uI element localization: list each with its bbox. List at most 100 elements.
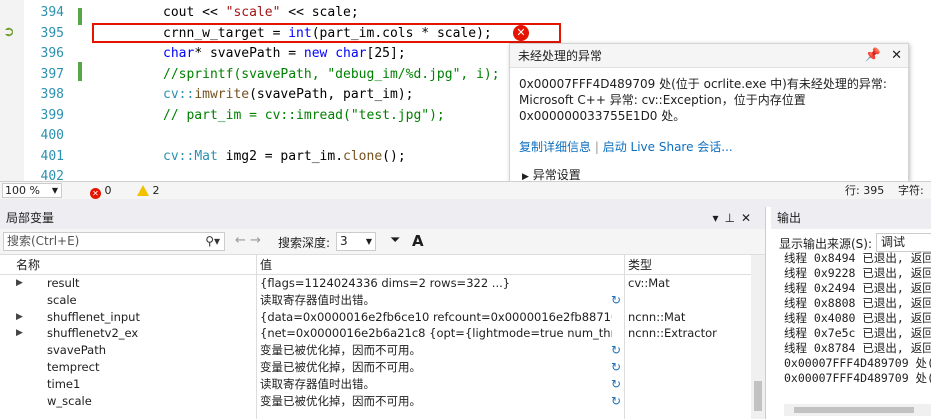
locals-title: 局部变量 (6, 211, 55, 225)
warning-icon (137, 185, 149, 196)
column-header-name[interactable]: 名称 (16, 255, 40, 275)
refresh-icon[interactable]: ↻ (611, 342, 621, 359)
change-marker (78, 8, 82, 25)
locals-row[interactable]: ✕w_scale变量已被优化掉，因而不可用。↻ (0, 393, 765, 410)
copy-details-link[interactable]: 复制详细信息 (519, 140, 591, 154)
output-source-select[interactable]: 调试 (876, 233, 931, 252)
variable-value[interactable]: 读取寄存器值时出错。 (260, 292, 612, 309)
close-icon[interactable]: ✕ (741, 211, 757, 225)
code-line[interactable]: cv::Mat img2 = part_im.clone(); (163, 149, 406, 164)
forward-arrow-icon[interactable]: → (250, 233, 261, 248)
search-icon[interactable]: ⚲▾ (205, 233, 220, 250)
code-line[interactable]: cout << "scale" << scale; (163, 5, 359, 20)
code-token: new (303, 46, 328, 61)
exception-message-line: 0x00007FFF4D489709 处(位于 ocrlite.exe 中)有未… (519, 77, 887, 91)
code-line[interactable]: //sprintf(svavePath, "debug_im/%d.jpg", … (163, 67, 500, 82)
code-token: << scale; (280, 5, 359, 20)
column-divider[interactable] (624, 255, 625, 419)
variable-name: shufflenetv2_ex (47, 326, 139, 341)
live-share-link[interactable]: 启动 Live Share 会话... (603, 140, 733, 154)
code-token: char (163, 46, 195, 61)
line-number: 397 (40, 66, 64, 82)
locals-row[interactable]: ✕temprect变量已被优化掉，因而不可用。↻ (0, 359, 765, 376)
output-source-label: 显示输出来源(S): (779, 237, 873, 251)
exception-message-line: 0x000000033755E1D0 处。 (519, 109, 686, 123)
locals-row[interactable]: ▶ shufflenetv2_ex {net=0x0000016e2b6a21c8 … (0, 325, 765, 342)
code-token: [25]; (366, 46, 406, 61)
error-count[interactable]: ✕ 0 (90, 182, 112, 199)
scroll-thumb[interactable] (794, 407, 914, 413)
scroll-thumb[interactable] (754, 381, 762, 411)
code-line[interactable]: cv::imwrite(svavePath, part_im); (163, 87, 413, 102)
filter-icon[interactable]: ⏷ (390, 233, 400, 248)
column-divider[interactable] (256, 255, 257, 419)
font-size-icon[interactable]: A (412, 232, 424, 250)
line-number: 400 (40, 128, 64, 143)
variable-value[interactable]: {data=0x0000016e2fb6ce10 refcount=0x0000… (260, 309, 612, 326)
horizontal-scrollbar[interactable] (784, 404, 931, 416)
locals-row[interactable]: ▶ shufflenet_input {data=0x0000016e2fb6ce1… (0, 309, 765, 326)
zoom-select[interactable]: 100 % ▼ (2, 183, 62, 198)
dropdown-icon[interactable]: ▾ (712, 211, 724, 225)
variable-value[interactable]: 变量已被优化掉，因而不可用。 (260, 342, 612, 359)
locals-row[interactable]: ✕time1读取寄存器值时出错。↻ (0, 376, 765, 393)
output-line: 线程 0x8808 已退出, 返回值 (784, 296, 931, 310)
exception-popup-title: 未经处理的异常 (518, 49, 603, 63)
refresh-icon[interactable]: ↻ (611, 393, 621, 410)
locals-row[interactable]: ✕svavePath变量已被优化掉，因而不可用。↻ (0, 342, 765, 359)
exception-message-line: Microsoft C++ 异常: cv::Exception，位于内存位置 (519, 93, 806, 107)
expand-arrow-icon[interactable]: ▶ (16, 309, 23, 326)
pin-icon[interactable]: ⊥ (724, 211, 740, 225)
warning-count[interactable]: 2 (137, 182, 160, 199)
column-header-type[interactable]: 类型 (628, 255, 652, 275)
output-line: 线程 0x8784 已退出, 返回值 (784, 341, 931, 355)
exception-popup-header: 未经处理的异常 📌 ✕ (510, 44, 908, 68)
refresh-icon[interactable]: ↻ (611, 376, 621, 393)
locals-title-bar: 局部变量 ▾⊥✕ (0, 207, 765, 229)
variable-value[interactable]: 变量已被优化掉，因而不可用。 (260, 359, 612, 376)
code-token: (svavePath, part_im); (249, 87, 414, 102)
warning-count-value: 2 (152, 184, 160, 197)
code-token: imwrite (194, 87, 250, 102)
variable-name: svavePath (47, 343, 106, 358)
code-line[interactable]: char* svavePath = new char[25]; (163, 46, 406, 61)
line-number: 401 (40, 148, 64, 164)
expand-arrow-icon[interactable]: ▶ (16, 325, 23, 342)
line-indicator: 行: 395 (845, 184, 885, 197)
close-icon[interactable]: ✕ (891, 48, 902, 63)
variable-value[interactable]: 读取寄存器值时出错。 (260, 376, 612, 393)
variable-value[interactable]: {flags=1124024336 dims=2 rows=322 ...} (260, 275, 612, 292)
locals-row[interactable]: ✕scale读取寄存器值时出错。↻ (0, 292, 765, 309)
variable-name: temprect (47, 359, 100, 374)
error-x-icon: ✕ (513, 25, 529, 41)
refresh-icon[interactable]: ↻ (611, 359, 621, 376)
editor-status-bar: 100 %▼ ✕ 0 2 行: 395 字符: 1 (0, 181, 931, 214)
column-header-value[interactable]: 值 (260, 255, 272, 275)
variable-name: scale (47, 292, 77, 307)
exception-links: 复制详细信息 | 启动 Live Share 会话... (510, 138, 908, 155)
locals-row[interactable]: ▶ result {flags=1124024336 dims=2 rows=322… (0, 275, 765, 292)
code-token: cout << (163, 5, 226, 20)
output-text[interactable]: 线程 0x8494 已退出, 返回值 线程 0x9228 已退出, 返回值 线程 0… (784, 251, 931, 386)
search-depth-select[interactable]: 3 ▼ (336, 232, 376, 251)
search-placeholder: 搜索(Ctrl+E) (7, 234, 80, 248)
code-line[interactable]: // part_im = cv::imread("test.jpg"); (163, 108, 445, 123)
code-token: Mat (194, 148, 218, 164)
search-input[interactable]: 搜索(Ctrl+E) ⚲▾ (3, 232, 225, 251)
vertical-scrollbar[interactable] (751, 255, 765, 419)
exception-settings-label: 异常设置 (532, 168, 581, 182)
code-token: clone (343, 148, 383, 164)
output-line: 线程 0x8494 已退出, 返回值 (784, 251, 931, 265)
pin-icon[interactable]: 📌 (865, 48, 881, 63)
refresh-icon[interactable]: ↻ (611, 292, 621, 309)
line-number: 398 (40, 87, 64, 102)
variable-type: ncnn::Mat (628, 309, 686, 324)
variable-value[interactable]: 变量已被优化掉，因而不可用。 (260, 393, 612, 410)
expand-arrow-icon[interactable]: ▶ (16, 275, 23, 292)
variable-name: time1 (47, 376, 81, 391)
variable-name: result (47, 276, 80, 290)
variable-value[interactable]: {net=0x0000016e2b6a21c8 {opt={lightmode=… (260, 325, 612, 342)
back-arrow-icon[interactable]: ← (235, 233, 246, 248)
line-number: 402 (40, 169, 64, 181)
variable-type: ncnn::Extractor (628, 326, 717, 341)
